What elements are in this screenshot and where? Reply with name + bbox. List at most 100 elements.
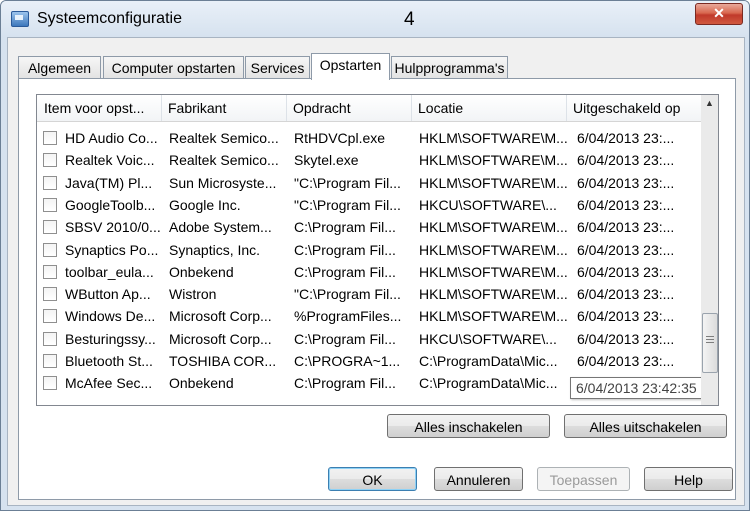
- scroll-down-arrow-icon[interactable]: [701, 388, 718, 405]
- column-header-fabrikant[interactable]: Fabrikant: [162, 95, 287, 121]
- cell-uitgeschakeld-op: 6/04/2013 23:...: [577, 174, 675, 191]
- row-checkbox[interactable]: [43, 220, 57, 235]
- table-row[interactable]: Windows De... Microsoft Corp... %ProgramFi…: [37, 305, 702, 327]
- tab-opstarten[interactable]: Opstarten: [311, 53, 390, 80]
- row-checkbox[interactable]: [43, 242, 57, 257]
- cell-locatie: HKLM\SOFTWARE\M...: [419, 130, 567, 146]
- table-row[interactable]: Bluetooth St... TOSHIBA COR... C:\PROGRA~1…: [37, 350, 702, 372]
- tab-computer-opstarten[interactable]: Computer opstarten: [103, 56, 244, 79]
- cell-uitgeschakeld-op: 6/04/2013 23:...: [577, 330, 675, 347]
- cell-item-name: Besturingssy...: [65, 330, 156, 347]
- cell-fabrikant: Microsoft Corp...: [169, 330, 272, 347]
- cell-uitgeschakeld-op: 6/04/2013 23:...: [577, 219, 675, 236]
- cell-item-name: Realtek Voic...: [65, 152, 155, 169]
- cell-fabrikant: Onbekend: [169, 375, 234, 392]
- row-checkbox[interactable]: [43, 264, 57, 279]
- cell-opdracht: "C:\Program Fil...: [294, 196, 401, 213]
- list-header: Item voor opst... Fabrikant Opdracht Loc…: [37, 95, 702, 122]
- row-checkbox[interactable]: [43, 331, 57, 346]
- cell-opdracht: RtHDVCpl.exe: [294, 130, 386, 146]
- tab-services[interactable]: Services: [245, 56, 310, 79]
- tab-algemeen[interactable]: Algemeen: [18, 56, 101, 79]
- cell-locatie: HKLM\SOFTWARE\M...: [419, 241, 567, 258]
- table-row[interactable]: WButton Ap... Wistron "C:\Program Fil... HK…: [37, 283, 702, 305]
- cell-locatie: HKLM\SOFTWARE\M...: [419, 263, 567, 280]
- cancel-button[interactable]: Annuleren: [434, 467, 523, 491]
- cell-opdracht: C:\PROGRA~1...: [294, 353, 401, 369]
- apply-button[interactable]: Toepassen: [537, 467, 630, 491]
- close-button[interactable]: ✕: [695, 3, 743, 25]
- annotation-number: 4: [404, 9, 415, 30]
- system-config-window: Systeemconfiguratie 4 ✕ Algemeen Compute…: [0, 0, 750, 511]
- cell-opdracht: "C:\Program Fil...: [294, 174, 401, 191]
- close-icon: ✕: [713, 5, 725, 21]
- cell-uitgeschakeld-op: 6/04/2013 23:...: [577, 353, 675, 369]
- table-row[interactable]: GoogleToolb... Google Inc. "C:\Program Fil…: [37, 194, 702, 216]
- cell-opdracht: C:\Program Fil...: [294, 219, 396, 236]
- column-header-locatie[interactable]: Locatie: [412, 95, 567, 121]
- cell-fabrikant: Onbekend: [169, 263, 234, 280]
- help-button[interactable]: Help: [644, 467, 733, 491]
- enable-all-button[interactable]: Alles inschakelen: [387, 414, 550, 438]
- row-checkbox[interactable]: [43, 175, 57, 190]
- cell-uitgeschakeld-op: 6/04/2013 23:...: [577, 286, 675, 303]
- cell-fabrikant: Google Inc.: [169, 196, 241, 213]
- cell-item-name: SBSV 2010/0...: [65, 219, 160, 236]
- msconfig-app-icon: [11, 11, 29, 27]
- row-checkbox[interactable]: [43, 309, 57, 324]
- row-checkbox[interactable]: [43, 131, 57, 145]
- list-vertical-scrollbar[interactable]: ▲: [701, 94, 719, 406]
- window-title: Systeemconfiguratie: [37, 10, 182, 27]
- startup-tab-panel: Item voor opst... Fabrikant Opdracht Loc…: [18, 78, 736, 500]
- cell-locatie: HKLM\SOFTWARE\M...: [419, 152, 567, 169]
- table-row[interactable]: SBSV 2010/0... Adobe System... C:\Program …: [37, 216, 702, 238]
- cell-item-name: Bluetooth St...: [65, 353, 153, 369]
- cell-fabrikant: Sun Microsyste...: [169, 174, 277, 191]
- title-bar: Systeemconfiguratie 4 ✕: [1, 1, 749, 37]
- cell-item-name: HD Audio Co...: [65, 130, 158, 146]
- cell-opdracht: C:\Program Fil...: [294, 263, 396, 280]
- cell-locatie: HKLM\SOFTWARE\M...: [419, 308, 567, 325]
- ok-button[interactable]: OK: [328, 467, 417, 491]
- cell-fabrikant: TOSHIBA COR...: [169, 353, 277, 369]
- table-row[interactable]: toolbar_eula... Onbekend C:\Program Fil...…: [37, 261, 702, 283]
- tab-hulpprogrammas[interactable]: Hulpprogramma's: [391, 56, 508, 79]
- cell-item-name: Java(TM) Pl...: [65, 174, 153, 191]
- column-header-opdracht[interactable]: Opdracht: [287, 95, 412, 121]
- column-header-uitgeschakeld-op[interactable]: Uitgeschakeld op: [567, 95, 702, 121]
- disable-all-button[interactable]: Alles uitschakelen: [564, 414, 727, 438]
- cell-item-name: Windows De...: [65, 308, 156, 325]
- row-checkbox[interactable]: [43, 153, 57, 168]
- startup-items-list[interactable]: Item voor opst... Fabrikant Opdracht Loc…: [36, 94, 703, 406]
- table-row[interactable]: HD Audio Co... Realtek Semico... RtHDVCpl.…: [37, 127, 702, 149]
- cell-locatie: HKLM\SOFTWARE\M...: [419, 219, 567, 236]
- row-checkbox[interactable]: [43, 376, 57, 391]
- scrollbar-thumb[interactable]: [702, 313, 718, 373]
- cell-fabrikant: Realtek Semico...: [169, 130, 279, 146]
- table-row[interactable]: Synaptics Po... Synaptics, Inc. C:\Program…: [37, 239, 702, 261]
- cell-uitgeschakeld-op: 6/04/2013 23:...: [577, 308, 675, 325]
- cell-opdracht: Skytel.exe: [294, 152, 359, 169]
- cell-item-name: WButton Ap...: [65, 286, 151, 303]
- cell-opdracht: %ProgramFiles...: [294, 308, 402, 325]
- row-checkbox[interactable]: [43, 197, 57, 212]
- cell-fabrikant: Microsoft Corp...: [169, 308, 272, 325]
- cell-locatie: HKLM\SOFTWARE\M...: [419, 174, 567, 191]
- cell-locatie: HKLM\SOFTWARE\M...: [419, 286, 567, 303]
- row-checkbox[interactable]: [43, 354, 57, 368]
- cell-uitgeschakeld-op: 6/04/2013 23:...: [577, 196, 675, 213]
- table-row[interactable]: Realtek Voic... Realtek Semico... Skytel.e…: [37, 149, 702, 171]
- cell-item-name: McAfee Sec...: [65, 375, 153, 392]
- column-header-item[interactable]: Item voor opst...: [37, 95, 162, 121]
- table-row[interactable]: Java(TM) Pl... Sun Microsyste... "C:\Progr…: [37, 172, 702, 194]
- row-checkbox[interactable]: [43, 287, 57, 302]
- cell-fabrikant: Synaptics, Inc.: [169, 241, 261, 258]
- cell-item-name: toolbar_eula...: [65, 263, 154, 280]
- cell-opdracht: "C:\Program Fil...: [294, 286, 401, 303]
- cell-opdracht: C:\Program Fil...: [294, 241, 396, 258]
- cell-locatie: HKCU\SOFTWARE\...: [419, 196, 557, 213]
- cell-uitgeschakeld-op: 6/04/2013 23:...: [577, 241, 675, 258]
- scroll-up-arrow-icon[interactable]: ▲: [701, 95, 718, 112]
- cell-fabrikant: Wistron: [169, 286, 217, 303]
- table-row[interactable]: Besturingssy... Microsoft Corp... C:\Progr…: [37, 328, 702, 350]
